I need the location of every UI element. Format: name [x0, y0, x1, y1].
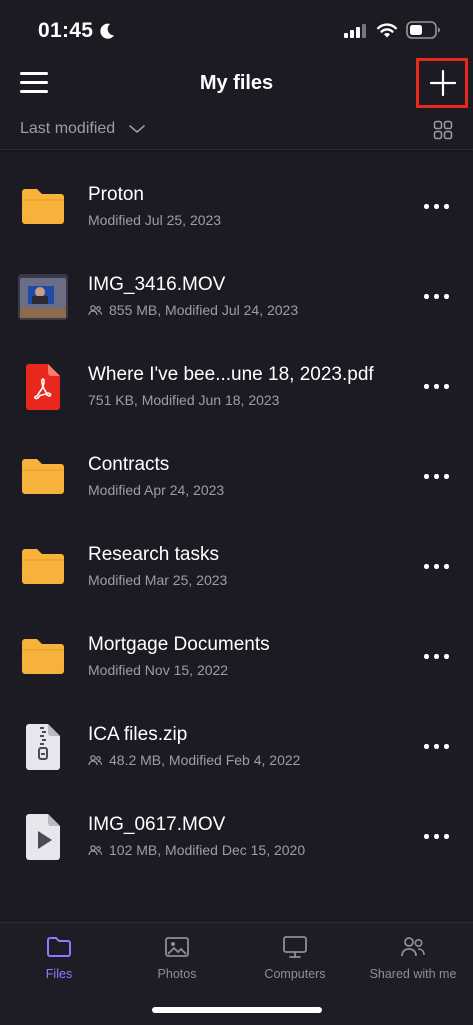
file-name: Contracts [88, 454, 170, 475]
more-options-button[interactable] [424, 464, 454, 488]
more-options-button[interactable] [424, 824, 454, 848]
file-name: ICA files.zip [88, 724, 188, 745]
status-bar: 01:45 [0, 0, 473, 64]
people-icon [401, 937, 425, 957]
page-title: My files [199, 72, 274, 94]
file-meta: 751 KB, Modified Jun 18, 2023 [88, 392, 279, 408]
tab-shared-with-me[interactable]: Shared with me [354, 933, 472, 987]
file-meta: Modified Jul 25, 2023 [88, 212, 221, 228]
shared-icon [88, 844, 102, 855]
zip-icon [26, 724, 60, 770]
file-name: Research tasks [88, 544, 219, 565]
file-name: IMG_0617.MOV [88, 814, 226, 835]
file-meta-text: Modified Apr 24, 2023 [88, 482, 225, 498]
moon-icon [100, 23, 114, 39]
file-meta: Modified Apr 24, 2023 [88, 482, 224, 498]
list-item[interactable]: Mortgage Documents Modified Nov 15, 2022 [0, 614, 473, 704]
wifi-icon [377, 23, 397, 38]
more-options-button[interactable] [424, 194, 454, 218]
list-item[interactable]: Contracts Modified Apr 24, 2023 [0, 434, 473, 524]
shared-icon [88, 304, 102, 315]
file-meta-text: 102 MB, Modified Dec 15, 2020 [109, 842, 306, 858]
sort-row: Last modified [0, 112, 473, 148]
pdf-icon [26, 364, 60, 410]
divider [0, 149, 473, 150]
file-meta-text: Modified Mar 25, 2023 [88, 572, 228, 588]
video-thumbnail [18, 274, 68, 320]
file-meta-text: Modified Nov 15, 2022 [88, 662, 229, 678]
plus-icon [430, 70, 456, 96]
folder-icon [22, 639, 64, 674]
tab-computers[interactable]: Computers [236, 933, 354, 987]
tab-label: Photos [157, 967, 197, 981]
folder-icon [22, 189, 64, 224]
file-meta: Modified Mar 25, 2023 [88, 572, 227, 588]
shared-icon [88, 754, 102, 765]
list-item[interactable]: Where I've bee...une 18, 2023.pdf 751 KB… [0, 344, 473, 434]
more-options-button[interactable] [424, 554, 454, 578]
more-options-button[interactable] [424, 644, 454, 668]
list-item[interactable]: Proton Modified Jul 25, 2023 [0, 164, 473, 254]
sort-dropdown[interactable]: Last modified [20, 120, 115, 138]
folder-icon [22, 549, 64, 584]
home-indicator [152, 1007, 322, 1013]
list-item[interactable]: Research tasks Modified Mar 25, 2023 [0, 524, 473, 614]
file-name: Where I've bee...une 18, 2023.pdf [88, 364, 374, 385]
more-options-button[interactable] [424, 734, 454, 758]
battery-icon [406, 21, 440, 39]
chevron-down-icon[interactable] [128, 124, 146, 134]
file-meta-text: 48.2 MB, Modified Feb 4, 2022 [109, 752, 301, 768]
file-meta-text: Modified Jul 25, 2023 [88, 212, 222, 228]
folder-icon [22, 459, 64, 494]
header: My files [0, 58, 473, 108]
file-meta: 855 MB, Modified Jul 24, 2023 [88, 302, 298, 318]
file-name: Mortgage Documents [88, 634, 270, 655]
file-name: IMG_3416.MOV [88, 274, 226, 295]
grid-view-icon[interactable] [433, 120, 453, 140]
tab-label: Files [45, 967, 73, 981]
more-options-button[interactable] [424, 284, 454, 308]
add-button[interactable] [416, 58, 468, 108]
cellular-signal-icon [344, 24, 366, 38]
tab-photos[interactable]: Photos [118, 933, 236, 987]
status-time: 01:45 [38, 19, 94, 42]
file-name: Proton [88, 184, 144, 205]
file-meta-text: 855 MB, Modified Jul 24, 2023 [109, 302, 299, 318]
folder-icon [47, 937, 71, 957]
file-meta: 48.2 MB, Modified Feb 4, 2022 [88, 752, 300, 768]
video-file-icon [26, 814, 60, 860]
tab-label: Shared with me [369, 967, 457, 981]
photo-icon [165, 937, 189, 957]
file-meta: Modified Nov 15, 2022 [88, 662, 228, 678]
tab-files[interactable]: Files [0, 933, 118, 987]
monitor-icon [283, 936, 307, 958]
list-item[interactable]: ICA files.zip 48.2 MB, Modified Feb 4, 2… [0, 704, 473, 794]
more-options-button[interactable] [424, 374, 454, 398]
tab-label: Computers [264, 967, 326, 981]
file-meta: 102 MB, Modified Dec 15, 2020 [88, 842, 305, 858]
file-meta-text: 751 KB, Modified Jun 18, 2023 [88, 392, 280, 408]
list-item[interactable]: IMG_0617.MOV 102 MB, Modified Dec 15, 20… [0, 794, 473, 884]
list-item[interactable]: IMG_3416.MOV 855 MB, Modified Jul 24, 20… [0, 254, 473, 344]
